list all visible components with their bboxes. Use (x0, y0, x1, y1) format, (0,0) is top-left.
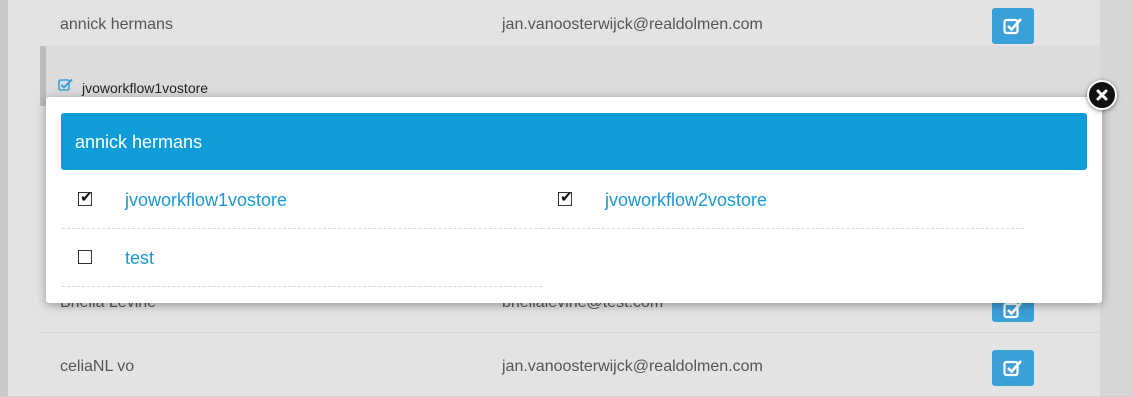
store-option[interactable]: test (62, 230, 542, 287)
store-checkbox[interactable]: ✔ (78, 189, 93, 206)
user-email: jan.vanoosterwijck@realdolmen.com (502, 358, 763, 375)
edit-check-icon (1003, 18, 1022, 35)
checkmark-icon: ✔ (80, 189, 93, 206)
user-email: jan.vanoosterwijck@realdolmen.com (502, 16, 763, 33)
store-option[interactable]: ✔ jvoworkflow1vostore (62, 172, 542, 229)
store-option-label[interactable]: jvoworkflow1vostore (125, 190, 287, 211)
modal-title: annick hermans (75, 132, 203, 152)
expand-indicator (40, 46, 46, 106)
store-checkbox[interactable]: ✔ (558, 189, 573, 206)
left-strip (0, 0, 8, 396)
store-option-label[interactable]: test (125, 248, 154, 269)
edit-button[interactable] (992, 8, 1034, 44)
user-row: annick hermans jan.vanoosterwijck@realdo… (40, 0, 1100, 49)
store-label: jvoworkflow1vostore (82, 80, 209, 96)
user-name: annick hermans (60, 16, 173, 33)
store-checked-icon (58, 78, 73, 91)
edit-check-icon (1003, 360, 1022, 377)
checkmark-icon: ✔ (560, 189, 573, 206)
edit-button[interactable] (992, 350, 1034, 386)
close-icon (1096, 89, 1108, 101)
store-option[interactable]: ✔ jvoworkflow2vostore (542, 172, 1024, 229)
store-option-label[interactable]: jvoworkflow2vostore (605, 190, 767, 211)
close-modal-button[interactable] (1087, 80, 1117, 110)
user-row: celiaNL vo jan.vanoosterwijck@realdolmen… (40, 338, 1100, 397)
modal-header: annick hermans (61, 113, 1087, 170)
user-name: celiaNL vo (60, 358, 135, 375)
store-checkbox[interactable] (78, 250, 92, 264)
edit-check-icon (1003, 302, 1022, 319)
store-assignment-modal: annick hermans ✔ jvoworkflow1vostore ✔ j… (46, 97, 1102, 303)
